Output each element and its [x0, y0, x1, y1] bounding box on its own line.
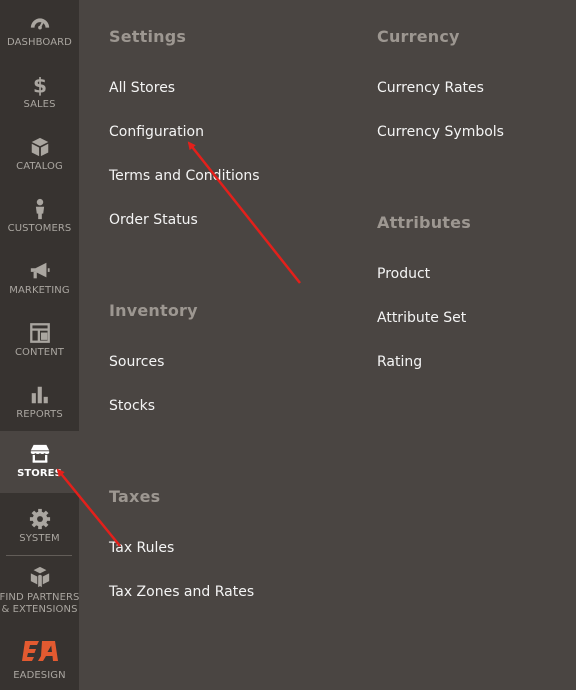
nav-label: SYSTEM: [19, 533, 60, 544]
eadesign-logo-icon: [21, 641, 58, 661]
nav-stores[interactable]: STORES: [0, 431, 79, 493]
nav-label: STORES: [17, 468, 62, 479]
link-currency-symbols[interactable]: Currency Symbols: [377, 124, 504, 140]
speedometer-icon: [30, 18, 49, 30]
person-icon: [35, 198, 44, 220]
nav-dashboard[interactable]: DASHBOARD: [0, 0, 79, 62]
admin-sidebar: DASHBOARD $ SALES CATALOG CUSTOMERS MARK…: [0, 0, 79, 690]
box-icon: [31, 137, 48, 157]
link-tax-zones-and-rates[interactable]: Tax Zones and Rates: [109, 584, 254, 600]
section-title-inventory: Inventory: [109, 301, 198, 320]
gear-icon: [29, 508, 50, 530]
nav-label-line2: & EXTENSIONS: [1, 604, 78, 615]
nav-label: DASHBOARD: [6, 37, 72, 48]
nav-partners[interactable]: FIND PARTNERS & EXTENSIONS: [0, 556, 79, 630]
section-title-taxes: Taxes: [109, 487, 161, 506]
eadesign-logo[interactable]: EADESIGN: [0, 630, 79, 690]
link-tax-rules[interactable]: Tax Rules: [109, 540, 174, 556]
link-terms-and-conditions[interactable]: Terms and Conditions: [109, 168, 260, 184]
stores-menu-panel: Settings All Stores Configuration Terms …: [79, 0, 576, 690]
nav-marketing[interactable]: MARKETING: [0, 248, 79, 310]
link-sources[interactable]: Sources: [109, 354, 164, 370]
storefront-icon: [30, 444, 49, 463]
section-title-settings: Settings: [109, 27, 187, 46]
link-product[interactable]: Product: [377, 266, 430, 282]
logo-label: EADESIGN: [13, 670, 66, 681]
blocks-icon: [30, 566, 49, 588]
bar-chart-icon: [31, 386, 48, 404]
section-title-attributes: Attributes: [377, 213, 471, 232]
svg-text:$: $: [32, 74, 46, 96]
link-order-status[interactable]: Order Status: [109, 212, 198, 228]
nav-label: MARKETING: [9, 285, 70, 296]
link-stocks[interactable]: Stocks: [109, 398, 155, 414]
dollar-icon: $: [32, 74, 46, 96]
link-attribute-set[interactable]: Attribute Set: [377, 310, 466, 326]
nav-label: SALES: [23, 99, 56, 110]
nav-label: CUSTOMERS: [7, 223, 72, 234]
link-rating[interactable]: Rating: [377, 354, 422, 370]
nav-system[interactable]: SYSTEM: [0, 496, 79, 558]
nav-label: REPORTS: [16, 409, 63, 420]
link-currency-rates[interactable]: Currency Rates: [377, 80, 484, 96]
link-configuration[interactable]: Configuration: [109, 124, 204, 140]
layout-icon: [29, 323, 50, 343]
nav-catalog[interactable]: CATALOG: [0, 124, 79, 186]
nav-label: CATALOG: [16, 161, 63, 172]
section-title-currency: Currency: [377, 27, 460, 46]
nav-content[interactable]: CONTENT: [0, 310, 79, 372]
megaphone-icon: [30, 262, 50, 279]
link-all-stores[interactable]: All Stores: [109, 80, 175, 96]
nav-sales[interactable]: $ SALES: [0, 62, 79, 124]
nav-label: CONTENT: [14, 347, 65, 358]
nav-label: FIND PARTNERS: [0, 592, 80, 603]
nav-reports[interactable]: REPORTS: [0, 372, 79, 434]
nav-customers[interactable]: CUSTOMERS: [0, 186, 79, 248]
